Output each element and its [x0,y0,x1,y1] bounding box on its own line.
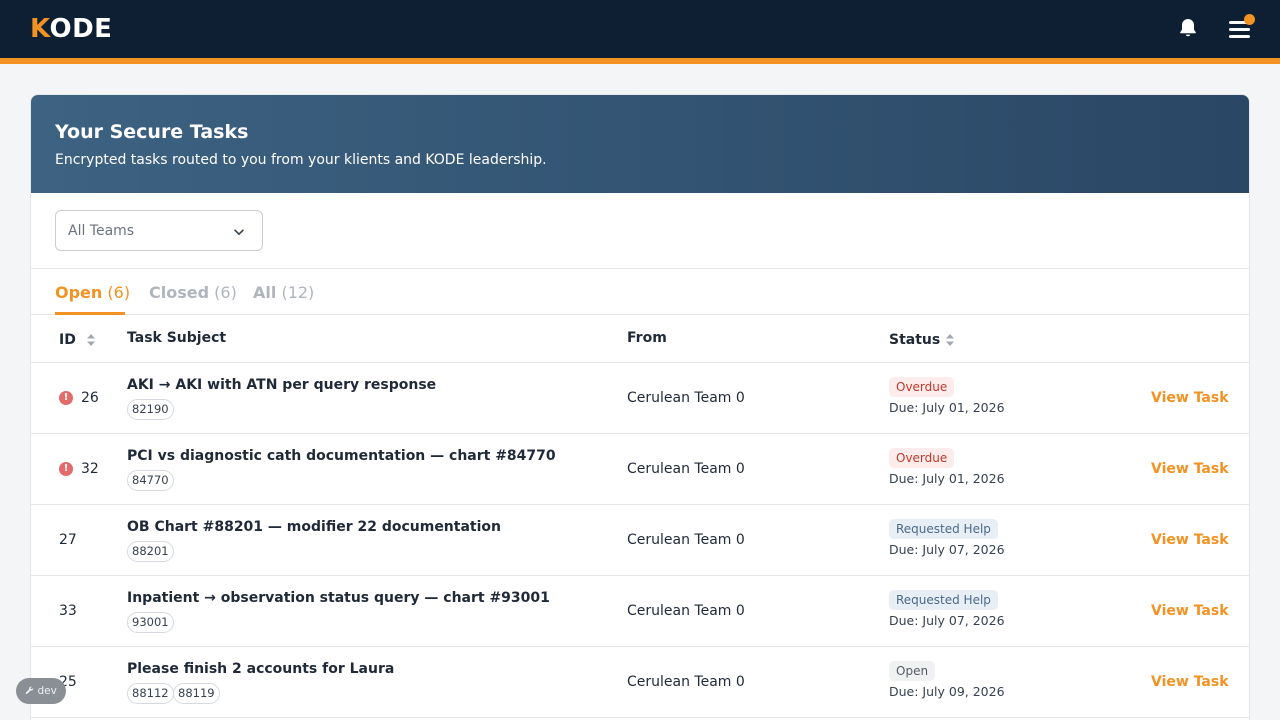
tab-label: Open [55,283,103,302]
table-row: 27 OB Chart #88201 — modifier 22 documen… [31,505,1249,576]
team-filter-value: All Teams [68,223,135,239]
column-header-id[interactable]: ID [59,331,76,349]
task-id: 26 [81,390,99,406]
header-accent-stripe [0,58,1280,64]
view-task-link[interactable]: View Task [1151,531,1229,549]
view-task-link[interactable]: View Task [1151,602,1229,620]
tasks-hero: Your Secure Tasks Encrypted tasks routed… [31,95,1249,193]
task-id: 32 [81,461,99,477]
task-subject: OB Chart #88201 — modifier 22 documentat… [127,519,501,535]
tab-closed[interactable]: Closed (6) [149,283,237,303]
tab-count: (12) [281,283,315,302]
logo-letter-k: K [30,14,50,44]
notification-dot [1244,14,1255,25]
view-task-link[interactable]: View Task [1151,389,1229,407]
top-nav-bar: KODE [0,0,1280,58]
table-row: ! 32 PCI vs diagnostic cath documentatio… [31,434,1249,505]
tab-open[interactable]: Open (6) [55,283,130,303]
team-filter-select[interactable]: All Teams [55,210,263,251]
task-subject: Please finish 2 accounts for Laura [127,661,395,677]
task-tag: 82190 [127,399,174,420]
task-from: Cerulean Team 0 [627,461,745,477]
tab-label: Closed [149,283,210,302]
task-id: 27 [59,532,77,548]
status-badge: Requested Help [889,519,998,539]
task-from: Cerulean Team 0 [627,674,745,690]
filter-row: All Teams [31,193,1249,269]
due-date: Due: July 07, 2026 [889,542,1005,557]
bell-icon[interactable] [1176,16,1200,40]
due-date: Due: July 09, 2026 [889,684,1005,699]
table-header: ID Task Subject From Status [31,315,1249,363]
kode-logo[interactable]: KODE [30,13,112,45]
status-badge: Overdue [889,448,955,468]
dev-badge-label: dev [37,685,57,697]
task-tag: 84770 [127,470,174,491]
page-title: Your Secure Tasks [55,121,249,143]
task-tag: 88112 [127,683,174,704]
due-date: Due: July 01, 2026 [889,400,1005,415]
tasks-card: Your Secure Tasks Encrypted tasks routed… [30,94,1250,720]
page-subtitle: Encrypted tasks routed to you from your … [55,152,547,168]
table-row: 33 Inpatient → observation status query … [31,576,1249,647]
alert-icon: ! [59,462,73,476]
task-tabs: Open (6) Closed (6) All (12) [31,269,1249,315]
chevron-down-icon [232,224,246,238]
table-row: ! 26 AKI → AKI with ATN per query respon… [31,363,1249,434]
task-from: Cerulean Team 0 [627,532,745,548]
task-subject: PCI vs diagnostic cath documentation — c… [127,448,556,464]
column-header-subject: Task Subject [127,330,227,346]
due-date: Due: July 07, 2026 [889,613,1005,628]
view-task-link[interactable]: View Task [1151,673,1229,691]
alert-icon: ! [59,391,73,405]
task-id: 33 [59,603,77,619]
wrench-icon [25,685,37,697]
sort-icon[interactable] [945,332,955,346]
table-row: 25 Please finish 2 accounts for Laura 88… [31,647,1249,718]
due-date: Due: July 01, 2026 [889,471,1005,486]
task-tag: 88119 [173,683,220,704]
task-tag: 88201 [127,541,174,562]
tab-count: (6) [214,283,237,302]
tab-all[interactable]: All (12) [253,283,314,303]
column-header-status[interactable]: Status [889,331,940,349]
column-header-from: From [627,330,667,346]
task-from: Cerulean Team 0 [627,603,745,619]
status-badge: Open [889,661,936,681]
status-badge: Requested Help [889,590,998,610]
task-subject: Inpatient → observation status query — c… [127,590,550,606]
sort-icon[interactable] [86,332,96,346]
task-subject: AKI → AKI with ATN per query response [127,377,437,393]
tab-label: All [253,283,277,302]
logo-letters: ODE [49,14,113,44]
menu-icon[interactable] [1226,14,1256,42]
tab-count: (6) [107,283,131,302]
view-task-link[interactable]: View Task [1151,460,1229,478]
status-badge: Overdue [889,377,955,397]
dev-badge[interactable]: dev [16,678,66,704]
task-from: Cerulean Team 0 [627,390,745,406]
task-tag: 93001 [127,612,174,633]
